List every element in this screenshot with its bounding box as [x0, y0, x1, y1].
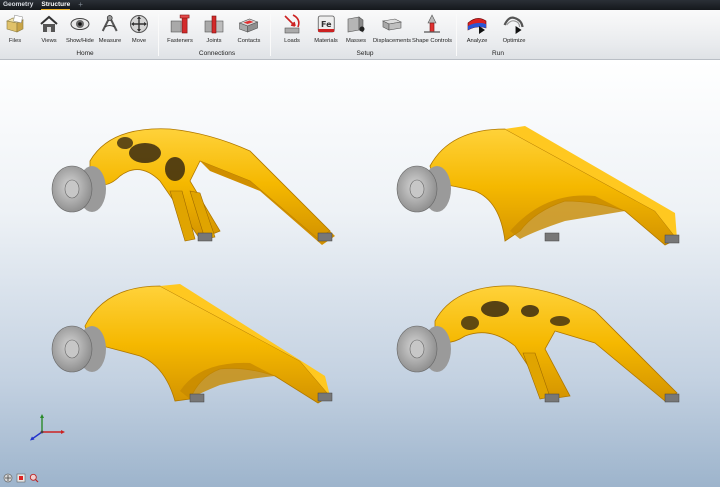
zoom-icon[interactable]	[29, 473, 39, 483]
add-tab-icon[interactable]: +	[78, 0, 83, 10]
transform-icon[interactable]	[3, 473, 13, 483]
house-icon	[40, 15, 58, 32]
tab-strip: Geometry Structure +	[0, 0, 720, 10]
contact-icon	[239, 18, 259, 33]
show-hide-button[interactable]: Show/Hide	[66, 13, 94, 45]
measure-label: Measure	[98, 38, 122, 44]
move-icon	[130, 15, 148, 33]
materials-label: Materials	[314, 38, 338, 44]
measure-icon	[102, 14, 118, 32]
materials-icon: Fe	[317, 15, 335, 33]
mass-icon	[347, 16, 365, 33]
materials-button[interactable]: Fe Materials	[314, 13, 338, 45]
joints-label: Joints	[206, 38, 222, 44]
eye-icon	[70, 18, 90, 30]
analyze-icon	[467, 18, 487, 34]
xyz-axis-triad-icon	[30, 414, 65, 441]
masses-button[interactable]: Masses	[345, 13, 367, 45]
move-button[interactable]: Move	[128, 13, 150, 45]
optimize-label: Optimize	[502, 38, 526, 44]
fasteners-label: Fasteners	[167, 38, 193, 44]
analyze-button[interactable]: Analyze	[466, 13, 488, 45]
group-setup-label: Setup	[356, 50, 374, 57]
show-hide-label: Show/Hide	[65, 38, 95, 44]
shape-control-icon	[424, 14, 440, 33]
measure-button[interactable]: Measure	[98, 13, 122, 45]
contacts-label: Contacts	[237, 38, 261, 44]
displacements-label: Displacements	[372, 38, 412, 44]
loads-button[interactable]: Loads	[281, 13, 303, 45]
group-home-label: Home	[76, 50, 94, 57]
group-run-label: Run	[492, 50, 504, 57]
views-label: Views	[41, 38, 57, 44]
loads-label: Loads	[284, 38, 300, 44]
joint-icon	[204, 15, 224, 34]
optimize-button[interactable]: Optimize	[502, 13, 526, 45]
ribbon-separator	[456, 14, 457, 56]
fasteners-button[interactable]: Fasteners	[167, 13, 193, 45]
tab-geometry[interactable]: Geometry	[3, 0, 33, 10]
tab-structure[interactable]: Structure	[41, 0, 70, 10]
load-arrows-icon	[284, 14, 300, 34]
displacements-button[interactable]: Displacements	[373, 13, 411, 45]
folder-icon	[6, 14, 24, 33]
ribbon-toolbar: Files Views Show/Hide Measure Move Home …	[0, 10, 720, 60]
optimized-bracket-top-right[interactable]	[395, 121, 695, 261]
svg-text:Fe: Fe	[321, 20, 332, 29]
displacement-icon	[382, 18, 402, 31]
masses-label: Masses	[346, 38, 366, 44]
move-label: Move	[131, 38, 147, 44]
optimized-bracket-bottom-left[interactable]	[50, 281, 350, 421]
views-button[interactable]: Views	[38, 13, 60, 45]
files-label: Files	[8, 38, 22, 44]
joints-button[interactable]: Joints	[203, 13, 225, 45]
ribbon-separator	[270, 14, 271, 56]
group-connections-label: Connections	[198, 50, 236, 57]
modeling-viewport[interactable]	[0, 61, 720, 487]
optimized-bracket-top-left[interactable]	[50, 121, 350, 261]
shape-controls-label: Shape Controls	[412, 38, 452, 44]
optimized-bracket-bottom-right[interactable]	[395, 281, 695, 421]
optimize-icon	[503, 16, 525, 34]
contacts-button[interactable]: Contacts	[237, 13, 261, 45]
ribbon-separator	[158, 14, 159, 56]
analyze-label: Analyze	[466, 38, 488, 44]
viewport-tools	[3, 473, 39, 483]
bolt-icon	[170, 14, 190, 34]
shape-controls-button[interactable]: Shape Controls	[412, 13, 452, 45]
files-button[interactable]: Files	[4, 13, 26, 45]
stop-icon[interactable]	[16, 473, 26, 483]
